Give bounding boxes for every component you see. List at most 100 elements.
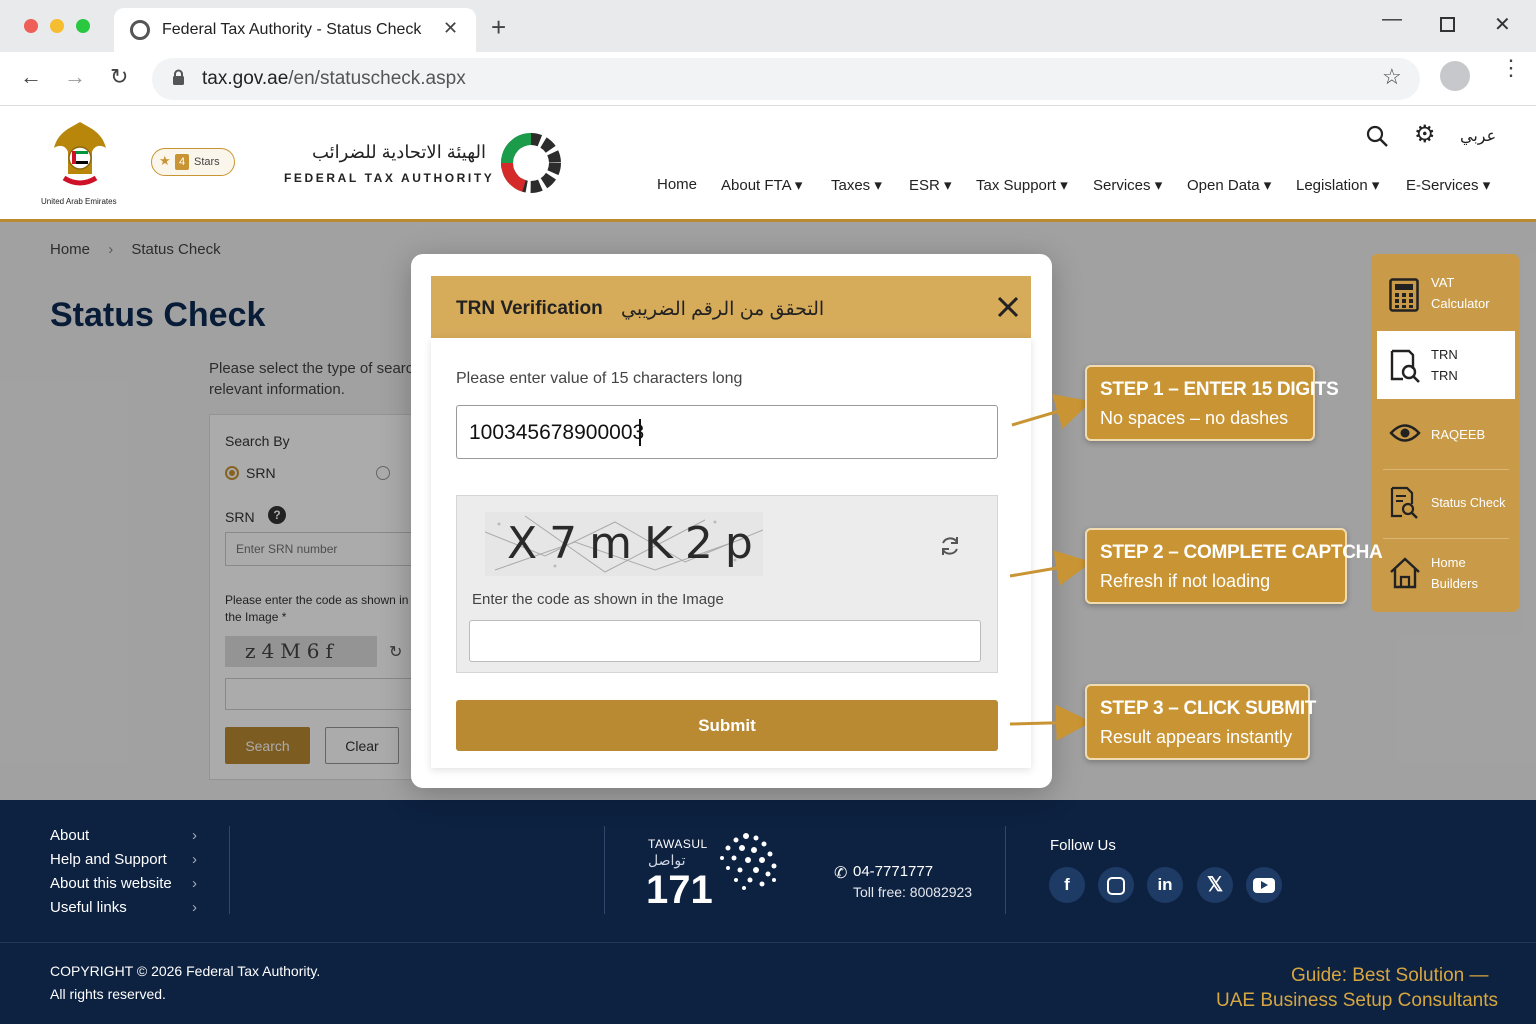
youtube-icon[interactable] (1246, 867, 1282, 903)
search-icon[interactable] (1365, 124, 1389, 148)
footer-divider (229, 826, 230, 914)
close-tab-icon[interactable]: ✕ (443, 18, 458, 39)
nav-open-data[interactable]: Open Data ▾ (1187, 176, 1271, 194)
step-3-subtitle: Result appears instantly (1100, 727, 1293, 747)
trn-input-value: 100345678900003 (469, 421, 645, 444)
captcha-text: X7mK2p (507, 518, 765, 569)
side-item-raqeeb[interactable]: RAQEEB (1377, 400, 1515, 468)
emblem-caption: United Arab Emirates (41, 197, 117, 206)
minimize-window-dot[interactable] (50, 19, 64, 33)
linkedin-icon[interactable]: in (1147, 867, 1183, 903)
back-icon[interactable]: ← (20, 64, 42, 90)
instagram-icon[interactable] (1098, 867, 1134, 903)
modal-title-english: TRN Verification (456, 298, 603, 319)
tawasul-number: 171 (646, 868, 713, 912)
side-item-trn[interactable]: TRN TRN (1377, 331, 1515, 399)
tawasul-dots-icon (712, 830, 780, 894)
modal-title-arabic: التحقق من الرقم الضريبي (621, 299, 825, 320)
new-tab-icon[interactable]: + (491, 12, 506, 43)
step-1-title: STEP 1 – ENTER 15 DIGITS (1100, 379, 1339, 400)
captcha-prompt: Enter the code as shown in the Image (472, 591, 724, 608)
footer-divider (604, 826, 605, 914)
copyright-line2: All rights reserved. (50, 986, 166, 1002)
language-toggle[interactable]: عربي (1460, 126, 1496, 146)
reload-icon[interactable]: ↻ (110, 64, 128, 90)
trn-input[interactable]: 100345678900003 (456, 405, 998, 459)
nav-e-services[interactable]: E-Services ▾ (1406, 176, 1490, 194)
side-item-label: Home (1431, 555, 1466, 570)
step-3-callout: STEP 3 – CLICK SUBMIT Result appears ins… (1085, 684, 1316, 760)
minimize-icon[interactable]: — (1382, 8, 1402, 31)
nav-taxes[interactable]: Taxes ▾ (831, 176, 882, 194)
close-window-dot[interactable] (24, 19, 38, 33)
nav-about-fta[interactable]: About FTA ▾ (721, 176, 802, 194)
phone-icon: ✆ (834, 865, 848, 882)
fta-logo-icon (498, 130, 564, 196)
site-header: United Arab Emirates ★ 4 Stars الهيئة ال… (0, 106, 1536, 222)
maximize-window-dot[interactable] (76, 19, 90, 33)
menu-kebab-icon[interactable]: ⋮ (1500, 57, 1522, 79)
close-icon[interactable]: ✕ (1494, 12, 1511, 37)
stars-rating-badge[interactable]: ★ 4 Stars (151, 148, 235, 176)
captcha-input[interactable] (469, 620, 981, 662)
browser-tab[interactable]: Federal Tax Authority - Status Check ✕ (114, 8, 476, 54)
side-item-home-builders[interactable]: Home Builders (1377, 539, 1515, 607)
footer-divider (1005, 826, 1006, 914)
footer-link-help[interactable]: Help and Support (50, 851, 167, 868)
step-1-callout: STEP 1 – ENTER 15 DIGITS No spaces – no … (1085, 365, 1339, 441)
uae-emblem-icon[interactable] (50, 118, 110, 192)
omnibox[interactable]: tax.gov.ae/en/statuscheck.aspx ☆ (152, 58, 1420, 100)
step-2-subtitle: Refresh if not loading (1100, 571, 1271, 591)
house-icon (1389, 555, 1421, 589)
chevron-right-icon: › (192, 899, 197, 916)
side-item-vat-calculator[interactable]: VAT Calculator (1377, 262, 1515, 330)
facebook-icon[interactable]: f (1049, 867, 1085, 903)
tab-title: Federal Tax Authority - Status Check (162, 21, 422, 38)
toll-free-number[interactable]: Toll free: 80082923 (853, 884, 972, 900)
modal-header: TRN Verification التحقق من الرقم الضريبي (431, 276, 1031, 338)
nav-esr[interactable]: ESR ▾ (909, 176, 952, 194)
address-bar-row: ← → ↻ tax.gov.ae/en/statuscheck.aspx ☆ ⋮ (0, 52, 1536, 106)
eye-icon (1389, 422, 1421, 444)
captcha-refresh-icon[interactable] (938, 534, 962, 558)
footer-link-about-website[interactable]: About this website (50, 875, 172, 892)
x-twitter-icon[interactable]: 𝕏 (1197, 867, 1233, 903)
guide-credit-line2: UAE Business Setup Consultants (1216, 990, 1498, 1011)
bookmark-star-icon[interactable]: ☆ (1382, 64, 1402, 90)
forward-icon[interactable]: → (64, 64, 86, 90)
phone-number[interactable]: 04-7771777 (853, 863, 933, 880)
side-item-label: RAQEEB (1431, 427, 1486, 442)
settings-gear-icon[interactable]: ⚙ (1414, 120, 1436, 149)
chevron-right-icon: › (192, 875, 197, 892)
side-item-label: TRN (1431, 368, 1458, 383)
submit-button[interactable]: Submit (456, 700, 998, 751)
profile-avatar-icon[interactable] (1440, 61, 1470, 91)
nav-legislation[interactable]: Legislation ▾ (1296, 176, 1379, 194)
captcha-panel: X7mK2p Enter the code as shown in the Im… (456, 495, 998, 673)
tawasul-arabic: تواصل (648, 852, 686, 868)
side-item-label: VAT (1431, 275, 1455, 290)
nav-tax-support[interactable]: Tax Support ▾ (976, 176, 1068, 194)
site-favicon-icon (130, 20, 150, 40)
copyright-line1: COPYRIGHT © 2026 Federal Tax Authority. (50, 963, 321, 979)
url-text: tax.gov.ae/en/statuscheck.aspx (202, 68, 466, 89)
nav-home[interactable]: Home (657, 176, 697, 193)
text-cursor (639, 419, 641, 446)
trn-verification-modal: TRN Verification التحقق من الرقم الضريبي… (411, 254, 1052, 788)
follow-us-label: Follow Us (1050, 837, 1116, 854)
side-item-status-check[interactable]: Status Check (1377, 470, 1515, 538)
site-footer: About › Help and Support › About this we… (0, 800, 1536, 1024)
guide-credit-line1: Guide: Best Solution — (1291, 965, 1489, 986)
restore-icon[interactable] (1440, 17, 1455, 32)
calculator-icon (1389, 278, 1419, 312)
side-item-label: TRN (1431, 347, 1458, 362)
browser-tab-bar: Federal Tax Authority - Status Check ✕ +… (0, 0, 1536, 54)
star-icon: ★ (159, 153, 171, 168)
step-2-callout: STEP 2 – COMPLETE CAPTCHA Refresh if not… (1085, 528, 1383, 604)
modal-close-icon[interactable] (996, 295, 1020, 319)
document-magnifier-icon (1389, 486, 1419, 520)
nav-services[interactable]: Services ▾ (1093, 176, 1162, 194)
side-item-label: Builders (1431, 576, 1478, 591)
footer-link-about[interactable]: About (50, 827, 89, 844)
footer-link-useful[interactable]: Useful links (50, 899, 127, 916)
